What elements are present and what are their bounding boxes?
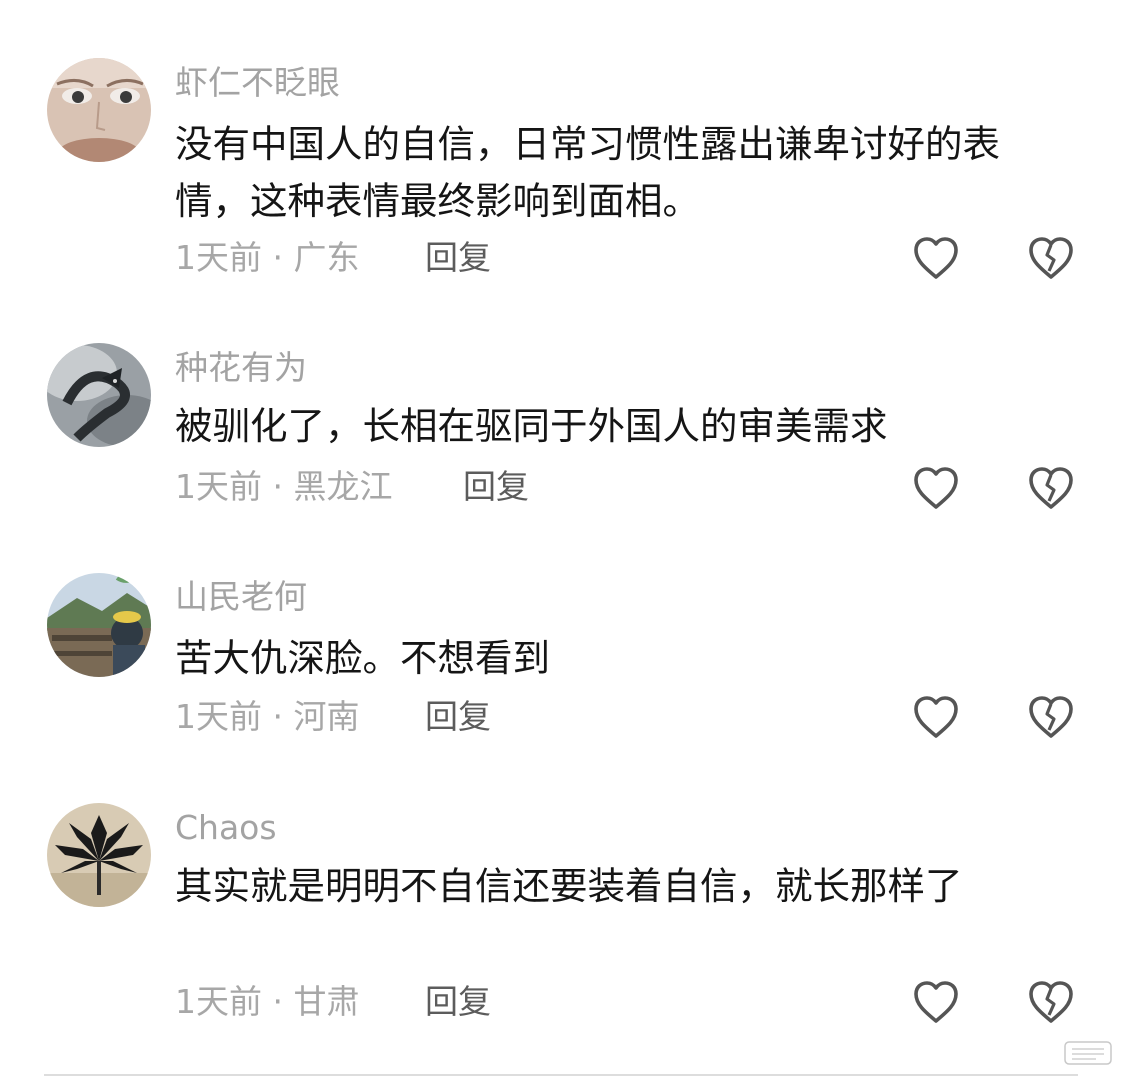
comment-text: 苦大仇深脸。不想看到 xyxy=(175,636,550,680)
comment-meta: 1天前 · 广东 xyxy=(175,238,360,277)
comment-meta: 1天前 · 甘肃 xyxy=(175,982,360,1021)
avatar-image xyxy=(47,803,151,907)
avatar[interactable] xyxy=(47,803,151,907)
username[interactable]: Chaos xyxy=(175,808,277,848)
reply-button[interactable]: 回复 xyxy=(425,697,491,737)
avatar-image xyxy=(47,343,151,447)
username[interactable]: 虾仁不眨眼 xyxy=(175,63,340,103)
heart-outline-icon[interactable] xyxy=(912,979,960,1025)
reply-button[interactable]: 回复 xyxy=(463,467,529,507)
broken-heart-icon[interactable] xyxy=(1027,979,1075,1025)
avatar[interactable] xyxy=(47,343,151,447)
username[interactable]: 种花有为 xyxy=(175,348,307,388)
avatar[interactable] xyxy=(47,573,151,677)
bottom-divider xyxy=(44,1074,1078,1076)
heart-outline-icon[interactable] xyxy=(912,694,960,740)
comment-text: 没有中国人的自信，日常习惯性露出谦卑讨好的表情，这种表情最终影响到面相。 xyxy=(175,122,1000,223)
reply-button[interactable]: 回复 xyxy=(425,982,491,1022)
comment-meta: 1天前 · 河南 xyxy=(175,697,360,736)
username[interactable]: 山民老何 xyxy=(175,577,307,617)
avatar-image xyxy=(47,58,151,162)
reply-button[interactable]: 回复 xyxy=(425,238,491,278)
comment-meta: 1天前 · 黑龙江 xyxy=(175,467,393,506)
heart-outline-icon[interactable] xyxy=(912,465,960,511)
avatar[interactable] xyxy=(47,58,151,162)
avatar-image xyxy=(47,573,151,677)
heart-outline-icon[interactable] xyxy=(912,235,960,281)
comment-text: 其实就是明明不自信还要装着自信，就长那样了 xyxy=(175,864,963,908)
comment-text: 被驯化了，长相在驱同于外国人的审美需求 xyxy=(175,404,888,448)
broken-heart-icon[interactable] xyxy=(1027,694,1075,740)
watermark-icon xyxy=(1064,1041,1112,1065)
broken-heart-icon[interactable] xyxy=(1027,465,1075,511)
broken-heart-icon[interactable] xyxy=(1027,235,1075,281)
